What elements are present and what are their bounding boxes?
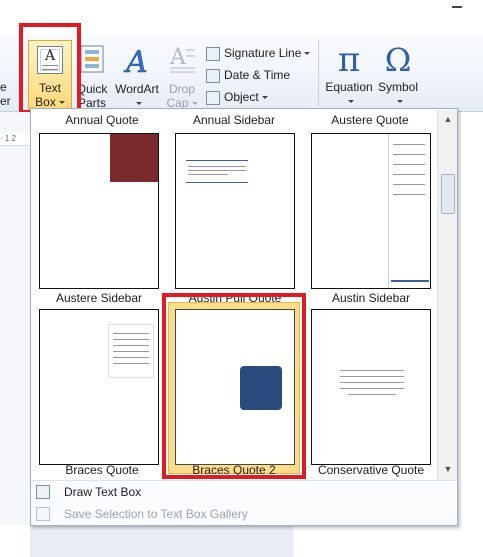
wordart-label: WordArt	[115, 82, 159, 96]
wordart-button[interactable]: A WordArt	[112, 44, 162, 108]
save-selection-label: Save Selection to Text Box Gallery	[64, 507, 248, 521]
draw-text-box-menu-item[interactable]: Draw Text Box	[31, 481, 457, 503]
chevron-down-icon	[261, 96, 268, 100]
gallery-item-label[interactable]: Austere Quote	[306, 113, 434, 127]
gallery-item-label[interactable]: Annual Sidebar	[170, 113, 298, 127]
scroll-thumb[interactable]	[441, 174, 455, 214]
quote-text-thumb	[188, 170, 246, 171]
date-time-label: Date & Time	[224, 68, 291, 82]
symbol-button[interactable]: Ω Symbol	[376, 40, 420, 106]
gallery-item-label: Austere Sidebar	[55, 291, 143, 305]
draw-text-box-icon	[36, 485, 50, 499]
gallery-item-austere-sidebar[interactable]	[39, 133, 159, 289]
wordart-icon: A	[123, 45, 148, 76]
document-page-right	[293, 525, 483, 557]
quote-text-thumb	[188, 174, 228, 175]
gallery-item-label: Braces Quote	[65, 463, 139, 477]
sidebar-text-thumb	[393, 194, 425, 195]
signature-line-button[interactable]: Signature Line	[206, 44, 311, 62]
quick-parts-icon	[80, 45, 104, 73]
document-page-edge	[0, 525, 30, 557]
document-area	[0, 112, 30, 557]
signature-line-icon	[206, 46, 220, 61]
gallery-scrollbar[interactable]: ▲ ▼	[437, 110, 457, 480]
gallery-item-conservative-quote[interactable]	[311, 309, 431, 465]
quote-text-thumb	[340, 388, 404, 389]
equation-button[interactable]: π Equation	[322, 40, 376, 106]
chevron-down-icon	[396, 100, 403, 104]
chevron-down-icon	[191, 102, 198, 106]
chevron-down-icon	[304, 52, 311, 56]
quote-rule-thumb	[186, 182, 248, 183]
ruler-mark: · 1 2	[0, 134, 17, 143]
sidebar-rule-thumb	[391, 280, 429, 282]
annotation-highlight-text-box	[19, 23, 81, 114]
quote-text-thumb	[113, 363, 149, 364]
minimize-icon[interactable]	[452, 6, 462, 8]
equation-caret	[322, 94, 376, 108]
sidebar-text-thumb	[393, 164, 425, 165]
object-icon	[206, 90, 220, 105]
partial-left-top: e	[0, 80, 7, 94]
drop-cap-icon: A	[169, 45, 195, 73]
ruler: · 1 2	[0, 134, 30, 146]
quote-text-thumb	[113, 345, 149, 346]
chevron-down-icon	[135, 102, 142, 106]
drop-cap-button[interactable]: A Drop Cap	[164, 44, 200, 110]
group-separator	[318, 40, 319, 106]
quote-text-thumb	[113, 357, 149, 358]
scroll-up-icon[interactable]: ▲	[441, 112, 455, 126]
save-selection-icon	[36, 507, 50, 521]
symbol-caret	[376, 94, 420, 108]
quote-text-thumb	[340, 370, 404, 371]
chevron-down-icon	[347, 100, 354, 104]
gallery-item-label[interactable]: Annual Quote	[38, 113, 166, 127]
quote-text-thumb	[348, 394, 396, 395]
quote-text-thumb	[113, 339, 149, 340]
symbol-label: Symbol	[377, 80, 418, 94]
quote-text-thumb	[188, 166, 246, 167]
gallery-item-label: Austin Sidebar	[331, 291, 411, 305]
sidebar-text-thumb	[393, 154, 425, 155]
quote-text-thumb	[340, 382, 404, 383]
sidebar-text-thumb	[393, 184, 425, 185]
sidebar-text-thumb	[393, 144, 425, 145]
object-label: Object	[224, 90, 259, 104]
date-time-button[interactable]: Date & Time	[206, 66, 290, 84]
quote-text-thumb	[113, 333, 149, 334]
signature-line-label: Signature Line	[224, 46, 302, 60]
svg-text:A: A	[169, 45, 187, 70]
omega-icon: Ω	[384, 41, 412, 79]
sidebar-block-thumb	[110, 134, 158, 182]
braces-box-thumb	[108, 324, 154, 378]
equation-label: Equation	[325, 80, 373, 94]
sidebar-text-thumb	[393, 174, 425, 175]
gallery-item-label: Conservative Quote	[317, 463, 425, 477]
scroll-down-icon[interactable]: ▼	[441, 462, 455, 476]
document-background	[0, 525, 293, 557]
save-selection-menu-item[interactable]: Save Selection to Text Box Gallery	[31, 503, 457, 525]
annotation-highlight-braces-quote-2	[162, 293, 306, 479]
pi-icon: π	[337, 40, 361, 80]
draw-text-box-label: Draw Text Box	[64, 485, 142, 499]
quote-text-thumb	[340, 376, 404, 377]
sidebar-panel-thumb	[388, 134, 430, 288]
date-time-icon	[206, 68, 220, 83]
quote-rule-thumb	[186, 160, 248, 161]
quote-text-thumb	[113, 351, 149, 352]
drop-cap-label-1: Drop	[168, 82, 195, 96]
object-button[interactable]: Object	[206, 88, 268, 106]
gallery-item-austin-sidebar[interactable]	[311, 133, 431, 289]
svg-text:A: A	[123, 45, 148, 76]
gallery-item-austin-pull-quote[interactable]	[175, 133, 295, 289]
gallery-item-braces-quote[interactable]	[39, 309, 159, 465]
